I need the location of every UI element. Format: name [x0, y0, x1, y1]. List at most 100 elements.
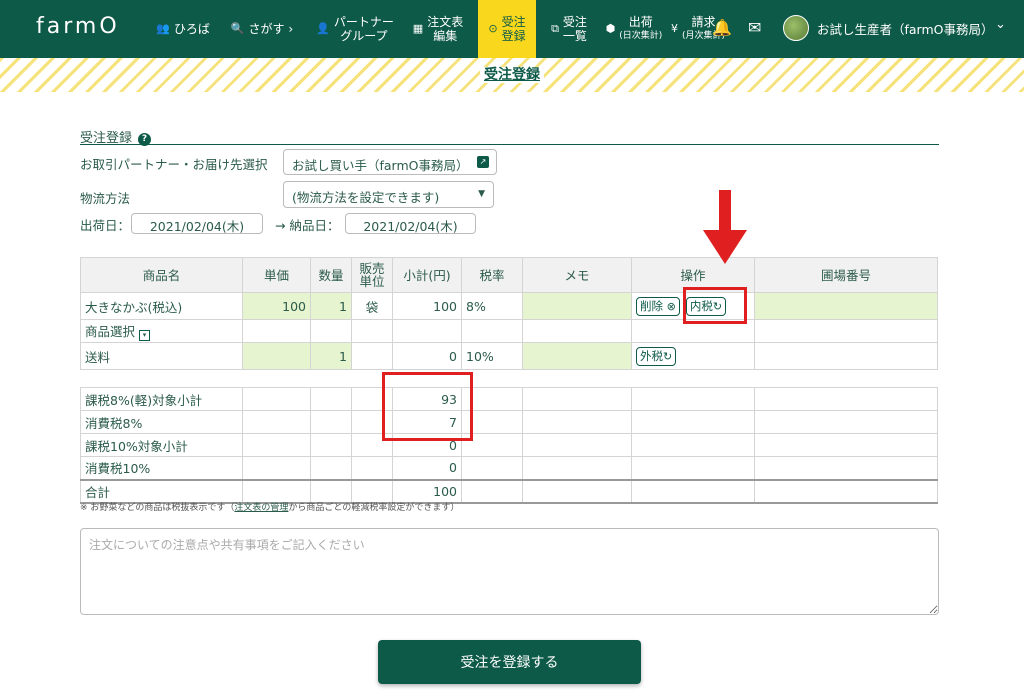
nav-order-list-label-1: 受注	[562, 15, 587, 29]
box-icon: ⬢	[605, 22, 616, 35]
bell-icon[interactable]: 🔔	[712, 18, 732, 37]
nav-hiroba[interactable]: 👥 ひろば	[152, 0, 214, 58]
dropdown-icon: ▾	[139, 330, 151, 341]
subtotal-cell: 0	[392, 342, 462, 370]
summary-row: 課税10%対象小計 0	[80, 433, 938, 457]
tax-note: ※ お野菜などの商品は税抜表示です（注文表の管理から商品ごとの軽減税率設定ができ…	[80, 503, 460, 513]
summary-label: 消費税8%	[80, 410, 243, 434]
nav-shipping[interactable]: ⬢ 出荷 (日次集計)	[602, 0, 666, 58]
subtotal-cell: 100	[392, 292, 462, 320]
partner-label: お取引パートナー・お届け先選択	[80, 157, 268, 172]
col-header-product: 商品名	[80, 257, 243, 293]
table-row: 商品選択 ▾	[80, 319, 938, 343]
summary-value: 0	[392, 456, 462, 480]
logistics-select[interactable]: (物流方法を設定できます) ▼	[283, 181, 494, 208]
delete-icon: ⊗	[666, 299, 676, 313]
col-header-field-no: 圃場番号	[754, 257, 938, 293]
qty-cell[interactable]: 1	[310, 292, 352, 320]
person-icon: 👤	[316, 22, 330, 35]
nav-order-register[interactable]: ⊙ 受注 登録	[478, 0, 536, 58]
product-name-cell: 送料	[80, 342, 243, 370]
unit-cell	[351, 342, 393, 370]
items-table: 商品名 単価 数量 販売 単位 小計(円) 税率 メモ 操作 圃場番号 大きなか…	[80, 257, 938, 370]
nav-partner-group[interactable]: 👤 パートナー グループ	[314, 0, 396, 58]
table-row: 大きなかぶ(税込) 100 1 袋 100 8% 削除 ⊗ 内税↻	[80, 292, 938, 320]
ship-date-input[interactable]: 2021/02/04(木)	[131, 213, 263, 234]
yen-icon: ¥	[670, 22, 678, 35]
memo-cell[interactable]	[522, 342, 632, 370]
tax-exclusive-toggle-button[interactable]: 外税↻	[636, 346, 677, 366]
annotation-box-tax-toggle	[683, 287, 747, 324]
col-header-memo: メモ	[522, 257, 632, 293]
nav-order-sheet-edit[interactable]: ▦ 注文表 編集	[408, 0, 468, 58]
nav-order-sheet-label-1: 注文表	[427, 15, 464, 29]
col-header-unit: 販売 単位	[351, 257, 393, 293]
partner-value: お試し買い手（farmO事務局）	[292, 158, 469, 173]
nav-hiroba-label: ひろば	[173, 22, 210, 36]
order-comment-field[interactable]	[80, 528, 939, 615]
user-name[interactable]: お試し生産者（farmO事務局）	[817, 19, 994, 38]
col-header-tax: 税率	[461, 257, 523, 293]
top-navigation-bar: farmO 👥 ひろば 🔍 さがす › 👤 パートナー グループ ▦ 注文表 編集 …	[0, 0, 1024, 58]
summary-row: 消費税8% 7	[80, 410, 938, 434]
search-icon: 🔍	[230, 22, 245, 35]
nav-order-register-label-1: 受注	[501, 15, 526, 29]
product-name-cell: 大きなかぶ(税込)	[80, 292, 243, 320]
logistics-value: (物流方法を設定できます)	[292, 190, 440, 205]
nav-order-list-label-2: 一覧	[562, 29, 587, 43]
summary-label: 課税8%(軽)対象小計	[80, 387, 243, 411]
nav-shipping-label-1: 出荷	[628, 15, 653, 29]
nav-order-sheet-label-2: 編集	[433, 29, 458, 43]
nav-order-register-label-2: 登録	[501, 29, 526, 43]
partner-select-button[interactable]: お試し買い手（farmO事務局） ↗	[283, 149, 497, 175]
summary-row: 課税8%(軽)対象小計 93	[80, 387, 938, 411]
action-cell: 外税↻	[631, 342, 755, 370]
farmo-logo[interactable]: farmO	[36, 14, 120, 39]
annotation-arrow-head	[703, 230, 747, 264]
refresh-icon: ↻	[663, 349, 673, 363]
product-select-cell[interactable]: 商品選択 ▾	[80, 319, 243, 343]
delivery-date-label: → 納品日：	[275, 218, 340, 233]
annotation-arrow-shaft	[719, 190, 731, 232]
avatar[interactable]	[783, 15, 809, 41]
summary-table: 課税8%(軽)対象小計 93 消費税8% 7 課税10%対象小計 0 消費税10…	[80, 387, 938, 504]
annotation-box-tax-values	[382, 372, 473, 441]
field-no-cell[interactable]	[754, 292, 938, 320]
qty-cell[interactable]: 1	[310, 342, 352, 370]
mail-icon[interactable]: ✉	[748, 18, 761, 37]
summary-row: 消費税10% 0	[80, 456, 938, 480]
nav-order-list[interactable]: ⧉ 受注 一覧	[542, 0, 596, 58]
col-header-price: 単価	[242, 257, 311, 293]
delete-button[interactable]: 削除 ⊗	[636, 296, 680, 316]
tax-rate-cell: 10%	[461, 342, 523, 370]
section-divider	[80, 144, 939, 145]
summary-label: 課税10%対象小計	[80, 433, 243, 457]
col-header-subtotal: 小計(円)	[392, 257, 462, 293]
tax-rate-cell: 8%	[461, 292, 523, 320]
col-header-qty: 数量	[310, 257, 352, 293]
unit-cell: 袋	[351, 292, 393, 320]
chevron-down-icon[interactable]: ⌄	[995, 17, 1006, 32]
ship-date-label: 出荷日：	[80, 218, 131, 233]
summary-label: 消費税10%	[80, 456, 243, 480]
logistics-label: 物流方法	[80, 191, 131, 206]
memo-cell[interactable]	[522, 292, 632, 320]
delivery-date-input[interactable]: 2021/02/04(木)	[345, 213, 476, 234]
order-sheet-manage-link[interactable]: 注文表の管理	[234, 503, 288, 513]
page-title: 受注登録	[0, 64, 1024, 84]
table-row: 送料 1 0 10% 外税↻	[80, 342, 938, 370]
register-order-button[interactable]: 受注を登録する	[378, 640, 641, 684]
nav-sagasu-label: さがす ›	[248, 22, 294, 36]
dropdown-arrow-icon: ▼	[478, 189, 485, 199]
price-cell[interactable]	[242, 342, 311, 370]
nav-partner-label-1: パートナー	[333, 15, 394, 29]
nav-partner-label-2: グループ	[340, 29, 388, 43]
nav-sagasu[interactable]: 🔍 さがす ›	[222, 0, 302, 58]
table-icon: ▦	[412, 22, 424, 35]
price-cell[interactable]: 100	[242, 292, 311, 320]
users-icon: 👥	[156, 22, 170, 35]
check-circle-icon: ⊙	[488, 22, 498, 35]
external-link-icon: ↗	[477, 156, 489, 168]
nav-shipping-label-2: (日次集計)	[619, 31, 663, 41]
list-icon: ⧉	[551, 22, 559, 35]
